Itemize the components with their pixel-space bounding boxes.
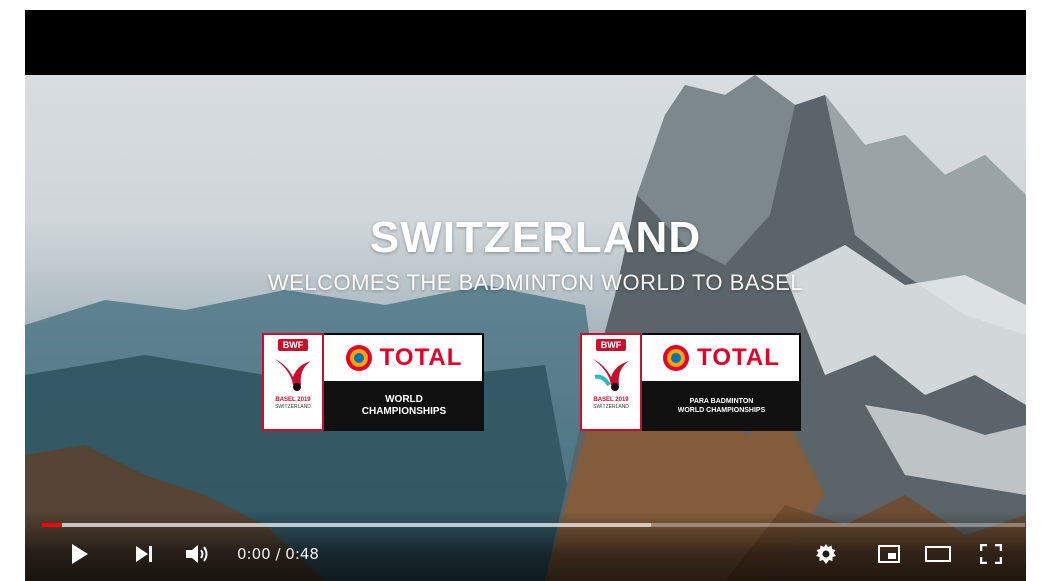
next-icon — [136, 546, 152, 562]
bwf-label: BWF — [277, 339, 309, 351]
buffered-bar — [42, 523, 652, 527]
brand-name: TOTAL — [697, 344, 780, 371]
bwf-label: BWF — [595, 339, 627, 351]
miniplayer-button[interactable] — [875, 541, 903, 567]
badge-city: BASEL 2019 — [275, 397, 311, 403]
event-name: PARA BADMINTON WORLD CHAMPIONSHIPS — [642, 381, 801, 431]
logo-para-badminton: BWF BASEL 2019 SWITZERLAND TOTAL PARA BA… — [580, 333, 801, 431]
played-bar — [42, 523, 62, 527]
video-player[interactable]: SWITZERLAND WELCOMES THE BADMINTON WORLD… — [25, 10, 1026, 581]
headline-subtitle: WELCOMES THE BADMINTON WORLD TO BASEL — [267, 270, 804, 295]
fullscreen-button[interactable] — [977, 541, 1005, 567]
volume-icon — [186, 545, 208, 563]
shuttlecock-icon — [275, 359, 311, 391]
event-line: PARA BADMINTON — [689, 398, 754, 405]
total-brand: TOTAL — [324, 333, 484, 381]
fullscreen-icon — [980, 544, 1002, 564]
shuttlecock-icon — [593, 359, 629, 391]
total-brand: TOTAL — [642, 333, 801, 381]
miniplayer-icon — [878, 545, 900, 563]
play-icon — [72, 544, 88, 564]
time-display: 0:00 / 0:48 — [237, 545, 319, 563]
badge-country: SWITZERLAND — [275, 404, 311, 410]
progress-bar[interactable] — [42, 523, 1025, 527]
event-line: WORLD — [385, 394, 423, 405]
event-line: CHAMPIONSHIPS — [361, 406, 447, 417]
settings-button[interactable] — [812, 541, 840, 567]
total-logo-icon — [345, 345, 372, 371]
badge-country: SWITZERLAND — [593, 404, 629, 410]
theater-mode-icon — [925, 546, 951, 562]
total-logo-icon — [663, 345, 690, 371]
bwf-badge: BWF BASEL 2019 SWITZERLAND — [580, 333, 642, 431]
badge-city: BASEL 2019 — [593, 397, 629, 403]
volume-button[interactable] — [183, 541, 215, 567]
theater-mode-button[interactable] — [922, 541, 954, 567]
letterbox-top — [25, 10, 1026, 75]
mountain-landscape — [25, 75, 1026, 581]
gear-icon — [816, 544, 836, 564]
event-name: WORLD CHAMPIONSHIPS — [324, 381, 484, 431]
headline-title: SWITZERLAND — [369, 213, 702, 262]
next-button[interactable] — [130, 541, 160, 567]
play-button[interactable] — [65, 541, 95, 567]
logo-world-championships: BWF BASEL 2019 SWITZERLAND TOTAL WORLD C… — [262, 333, 484, 431]
event-line: WORLD CHAMPIONSHIPS — [677, 407, 766, 414]
bwf-badge: BWF BASEL 2019 SWITZERLAND — [262, 333, 324, 431]
video-frame[interactable]: SWITZERLAND WELCOMES THE BADMINTON WORLD… — [25, 75, 1026, 581]
brand-name: TOTAL — [379, 344, 463, 371]
